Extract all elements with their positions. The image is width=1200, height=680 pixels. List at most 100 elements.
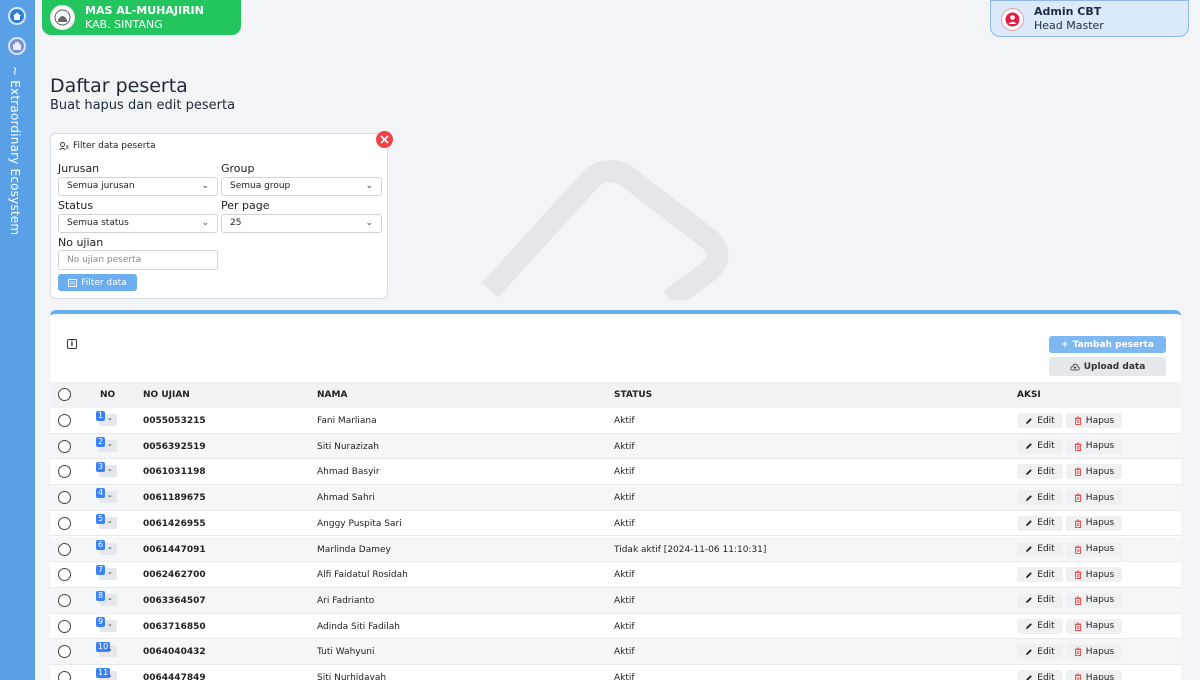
table-row: 11 ⌄ 0064447849 Siti Nurhidayah Aktif Edit Hap… xyxy=(50,665,1181,680)
edit-button[interactable]: Edit xyxy=(1017,490,1063,506)
jurusan-label: Jurusan xyxy=(58,162,100,175)
delete-button[interactable]: Hapus xyxy=(1066,413,1122,428)
info-icon[interactable]: i xyxy=(67,339,77,349)
row-nama: Fani Marliana xyxy=(317,416,377,426)
edit-button[interactable]: Edit xyxy=(1017,592,1063,608)
row-number-dropdown[interactable]: 7 ⌄ xyxy=(96,565,117,581)
group-label: Group xyxy=(221,162,255,175)
trash-icon xyxy=(1074,493,1081,503)
delete-button[interactable]: Hapus xyxy=(1066,490,1122,506)
row-checkbox[interactable] xyxy=(58,465,71,479)
edit-button[interactable]: Edit xyxy=(1017,644,1063,660)
add-participant-button[interactable]: + Tambah peserta xyxy=(1049,336,1166,353)
row-number-dropdown[interactable]: 3 ⌄ xyxy=(96,462,117,478)
row-status: Aktif xyxy=(614,647,635,658)
row-checkbox[interactable] xyxy=(58,645,71,659)
row-no-ujian: 0056392519 xyxy=(143,441,206,452)
chevron-down-icon: ⌄ xyxy=(107,439,113,448)
row-number-dropdown[interactable]: 8 ⌄ xyxy=(96,590,117,607)
row-checkbox[interactable] xyxy=(58,542,71,556)
pencil-icon xyxy=(1026,520,1033,527)
delete-button[interactable]: Hapus xyxy=(1066,618,1122,634)
row-checkbox[interactable] xyxy=(58,491,71,505)
edit-button[interactable]: Edit xyxy=(1017,413,1063,428)
school-name: MAS AL-MUHAJIRIN xyxy=(85,4,204,17)
row-no-ujian: 0061189675 xyxy=(143,493,206,504)
delete-button[interactable]: Hapus xyxy=(1066,464,1122,480)
row-checkbox[interactable] xyxy=(58,516,71,530)
edit-button[interactable]: Edit xyxy=(1017,567,1063,583)
noujian-input[interactable]: No ujian peserta xyxy=(58,250,218,270)
user-name: Admin CBT xyxy=(1034,5,1102,18)
jurusan-select[interactable]: Semua jurusan ⌄ xyxy=(58,177,218,196)
edit-button[interactable]: Edit xyxy=(1017,438,1063,454)
status-select[interactable]: Semua status ⌄ xyxy=(58,214,218,233)
page-subtitle: Buat hapus dan edit peserta xyxy=(50,98,236,113)
edit-button[interactable]: Edit xyxy=(1017,670,1063,680)
row-checkbox[interactable] xyxy=(58,439,71,453)
row-number-dropdown[interactable]: 10 ⌄ xyxy=(96,642,117,658)
participants-table-card: i + Tambah peserta Upload data NO NO UJI… xyxy=(50,310,1181,680)
select-all-checkbox[interactable] xyxy=(58,388,71,401)
row-checkbox[interactable] xyxy=(58,414,71,427)
status-label: Status xyxy=(58,199,94,212)
status-value: Semua status xyxy=(67,218,129,228)
upload-data-button[interactable]: Upload data xyxy=(1049,357,1166,376)
delete-button[interactable]: Hapus xyxy=(1066,515,1122,531)
chevron-down-icon: ⌄ xyxy=(107,491,113,500)
edit-button[interactable]: Edit xyxy=(1017,515,1063,531)
delete-button[interactable]: Hapus xyxy=(1066,592,1122,608)
chevron-down-icon: ⌄ xyxy=(107,568,113,577)
delete-label: Hapus xyxy=(1085,544,1115,554)
group-select[interactable]: Semua group ⌄ xyxy=(221,177,382,196)
row-no-ujian: 0055053215 xyxy=(143,416,206,426)
delete-label: Hapus xyxy=(1085,466,1115,477)
edit-button[interactable]: Edit xyxy=(1017,618,1063,634)
table-row: 7 ⌄ 0062462700 Alfi Faidatul Rosidah Aktif Ed… xyxy=(50,562,1181,588)
row-no-ujian: 0061426955 xyxy=(143,518,206,529)
delete-button[interactable]: Hapus xyxy=(1066,541,1122,557)
user-badge[interactable]: Admin CBT Head Master xyxy=(990,0,1189,37)
filter-data-button[interactable]: Filter data xyxy=(58,274,137,291)
chevron-down-icon: ⌄ xyxy=(107,593,113,602)
row-number-dropdown[interactable]: 2 ⌄ xyxy=(96,436,117,453)
row-checkbox[interactable] xyxy=(58,593,71,607)
row-number-dropdown[interactable]: 6 ⌄ xyxy=(96,539,117,556)
delete-button[interactable]: Hapus xyxy=(1066,438,1122,454)
rail-vertical-text: ~ Extraordinary Ecosystem xyxy=(8,66,22,236)
row-number-badge: 5 xyxy=(96,513,106,524)
edit-label: Edit xyxy=(1037,544,1055,554)
edit-label: Edit xyxy=(1037,646,1055,657)
row-number-dropdown[interactable]: 1 ⌄ xyxy=(96,411,117,427)
row-number-dropdown[interactable]: 11 ⌄ xyxy=(96,668,117,680)
pencil-icon xyxy=(1026,648,1033,655)
edit-button[interactable]: Edit xyxy=(1017,541,1063,557)
edit-label: Edit xyxy=(1037,466,1055,477)
row-no-ujian: 0061447091 xyxy=(143,544,206,555)
delete-button[interactable]: Hapus xyxy=(1066,567,1122,583)
delete-label: Hapus xyxy=(1085,595,1115,606)
table-header: NO NO UJIAN NAMA STATUS AKSI xyxy=(50,382,1181,408)
delete-label: Hapus xyxy=(1085,518,1115,529)
row-nama: Siti Nurazizah xyxy=(317,441,379,452)
row-number-dropdown[interactable]: 9 ⌄ xyxy=(96,616,117,633)
row-checkbox[interactable] xyxy=(58,619,71,633)
page-title: Daftar peserta xyxy=(50,75,188,97)
row-checkbox[interactable] xyxy=(58,671,71,680)
row-nama: Ahmad Sahri xyxy=(317,493,375,504)
app-icon[interactable] xyxy=(8,37,26,55)
row-number-dropdown[interactable]: 4 ⌄ xyxy=(96,488,117,504)
perpage-select[interactable]: 25 ⌄ xyxy=(221,214,382,233)
trash-icon xyxy=(1074,519,1081,528)
edit-button[interactable]: Edit xyxy=(1017,464,1063,480)
edit-label: Edit xyxy=(1037,441,1055,452)
pencil-icon xyxy=(1026,469,1033,475)
delete-button[interactable]: Hapus xyxy=(1066,644,1122,660)
row-number-dropdown[interactable]: 5 ⌄ xyxy=(96,513,117,530)
close-filter-icon[interactable] xyxy=(376,131,393,148)
delete-button[interactable]: Hapus xyxy=(1066,670,1122,680)
row-number-badge: 2 xyxy=(96,436,106,447)
trash-icon xyxy=(1074,442,1081,451)
row-checkbox[interactable] xyxy=(58,568,71,582)
home-icon[interactable] xyxy=(8,7,26,25)
